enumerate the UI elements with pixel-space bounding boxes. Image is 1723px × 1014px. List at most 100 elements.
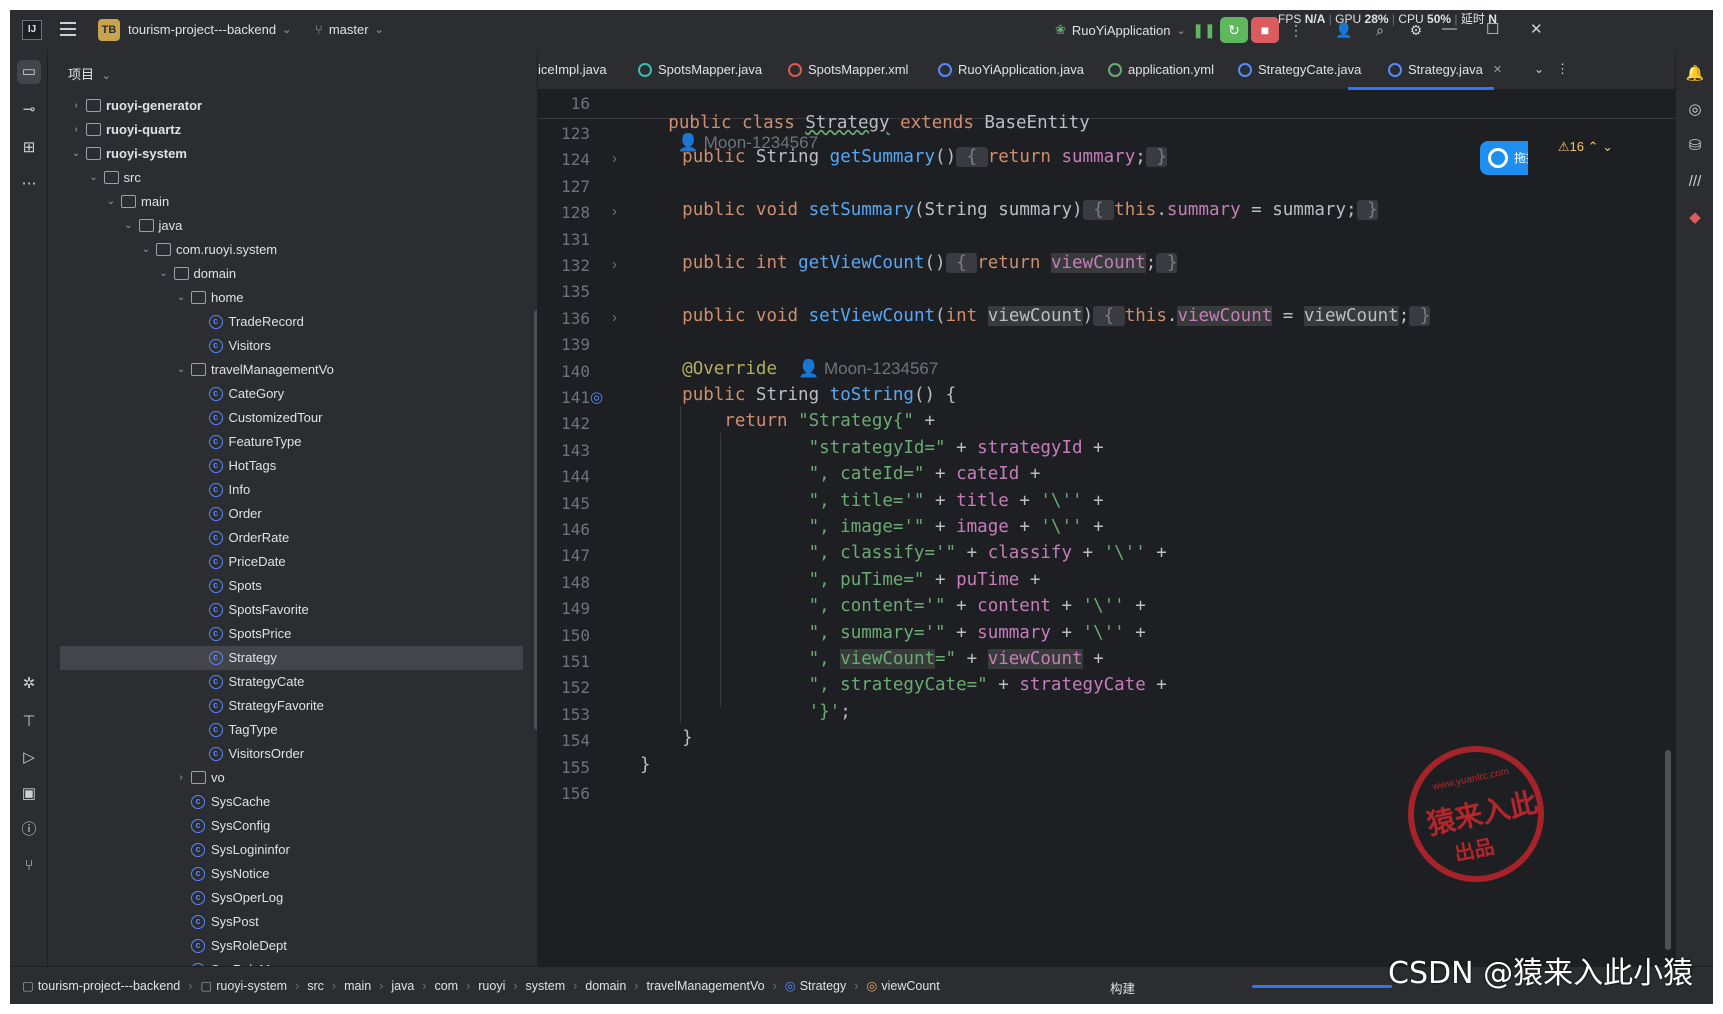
tree-item[interactable]: ⌄ travelManagementVo [48, 358, 537, 382]
tree-item[interactable]: c SysCache [48, 790, 537, 814]
tree-item[interactable]: c HotTags [48, 454, 537, 478]
services-icon[interactable]: ▷ [17, 746, 41, 770]
tree-item[interactable]: c SysLogininfor [48, 838, 537, 862]
tree-item[interactable]: › ruoyi-generator [48, 94, 537, 118]
fold-expand-icon[interactable]: › [612, 256, 617, 273]
tree-item[interactable]: c SpotsFavorite [48, 598, 537, 622]
code-line[interactable]: ", content='" + content + '\'' + [640, 596, 1146, 616]
close-tab-icon[interactable]: ✕ [1493, 63, 1502, 76]
maximize-icon[interactable]: ☐ [1486, 20, 1499, 38]
tree-item[interactable]: › ruoyi-quartz [48, 118, 537, 142]
tree-item[interactable]: c SpotsPrice [48, 622, 537, 646]
code-line[interactable]: return "Strategy{" + [640, 411, 935, 431]
code-line[interactable]: ", summary='" + summary + '\'' + [640, 623, 1146, 643]
code-line[interactable]: ", puTime=" + puTime + [640, 570, 1041, 590]
breadcrumb-item[interactable]: travelManagementVo [646, 979, 764, 993]
tree-item[interactable]: c TagType [48, 718, 537, 742]
tree-item[interactable]: ⌄ src [48, 166, 537, 190]
breadcrumb-item[interactable]: java [391, 979, 414, 993]
breadcrumb-item[interactable]: ▢ ruoyi-system [200, 979, 287, 993]
tabs-dropdown-icon[interactable]: ⌄ [1534, 62, 1544, 76]
structure-icon[interactable]: ⊞ [17, 136, 41, 160]
editor-tab[interactable]: StrategyCate.java [1238, 62, 1361, 77]
close-window-icon[interactable]: ✕ [1530, 20, 1543, 38]
tree-item[interactable]: c SysNotice [48, 862, 537, 886]
editor-tab[interactable]: iceImpl.java [538, 62, 607, 77]
breadcrumb-item[interactable]: domain [585, 979, 626, 993]
chevron-down-icon[interactable]: ⌄ [175, 358, 187, 382]
chevron-down-icon[interactable]: ⌄ [140, 238, 152, 262]
breadcrumb-item[interactable]: com [434, 979, 458, 993]
tree-item[interactable]: c PriceDate [48, 550, 537, 574]
editor-tab[interactable]: SpotsMapper.xml [788, 62, 908, 77]
tree-item[interactable]: c VisitorsOrder [48, 742, 537, 766]
ide-logo-icon[interactable]: IJ [22, 20, 42, 40]
code-line[interactable]: } [640, 755, 651, 775]
editor-tab[interactable]: application.yml [1108, 62, 1214, 77]
code-line[interactable]: @Override 👤 Moon-1234567 [640, 359, 938, 379]
main-menu-icon[interactable] [60, 22, 76, 36]
code-line[interactable]: ", image='" + image + '\'' + [640, 517, 1104, 537]
chevron-down-icon[interactable]: ⌄ [88, 166, 100, 190]
tree-item[interactable]: c SysConfig [48, 814, 537, 838]
breadcrumb-item[interactable]: ruoyi [478, 979, 505, 993]
fold-expand-icon[interactable]: › [612, 309, 617, 326]
tree-item[interactable]: c Order [48, 502, 537, 526]
tree-item[interactable]: ⌄ java [48, 214, 537, 238]
project-panel-header[interactable]: 项目 ⌄ [68, 64, 111, 83]
tree-item[interactable]: c StrategyCate [48, 670, 537, 694]
code-line[interactable]: "strategyId=" + strategyId + [640, 438, 1104, 458]
chevron-right-icon[interactable]: › [70, 94, 82, 118]
breadcrumb-item[interactable]: system [526, 979, 566, 993]
project-selector[interactable]: tourism-project---backend ⌄ [128, 22, 291, 37]
override-gutter-icon[interactable]: ◎ [590, 388, 603, 406]
tree-item[interactable]: c SysRoleDept [48, 934, 537, 958]
chevron-right-icon[interactable]: › [70, 118, 82, 142]
code-line[interactable]: public String getSummary() { return summ… [640, 147, 1167, 168]
tree-item[interactable]: c TradeRecord [48, 310, 537, 334]
run-config-selector[interactable]: ❀ RuoYiApplication ⌄ [1055, 22, 1186, 38]
fold-expand-icon[interactable]: › [612, 203, 617, 220]
rerun-button[interactable]: ↻ [1220, 17, 1248, 43]
plugin-icon[interactable]: ◆ [1683, 206, 1707, 230]
tree-item[interactable]: › vo [48, 766, 537, 790]
tree-item[interactable]: c FeatureType [48, 430, 537, 454]
editor-vertical-scrollbar[interactable] [1665, 750, 1671, 950]
tree-item[interactable]: ⌄ com.ruoyi.system [48, 238, 537, 262]
project-badge[interactable]: TB [98, 19, 120, 41]
tree-item[interactable]: c OrderRate [48, 526, 537, 550]
tree-item[interactable]: c Info [48, 478, 537, 502]
code-line[interactable]: ", title='" + title + '\'' + [640, 491, 1104, 511]
tree-item[interactable]: c Visitors [48, 334, 537, 358]
chevron-down-icon[interactable]: ⌄ [158, 262, 170, 286]
breadcrumb-item[interactable]: src [307, 979, 324, 993]
pause-icon[interactable]: ❚❚ [1190, 17, 1218, 43]
code-line[interactable]: ", viewCount=" + viewCount + [640, 649, 1104, 669]
tree-item[interactable]: ⌄ home [48, 286, 537, 310]
breadcrumb-item[interactable]: ▢ tourism-project---backend [22, 979, 180, 993]
code-line[interactable]: public int getViewCount() { return viewC… [640, 253, 1178, 273]
tree-item[interactable]: c Spots [48, 574, 537, 598]
code-line[interactable]: ", cateId=" + cateId + [640, 464, 1041, 484]
project-folder-icon[interactable]: ▭ [17, 60, 41, 84]
minimize-icon[interactable]: — [1442, 20, 1457, 37]
build-hammer-icon[interactable]: ⊤ [17, 710, 41, 734]
editor-tab[interactable]: SpotsMapper.java [638, 62, 762, 77]
breadcrumb-item[interactable]: ◎ viewCount [866, 979, 939, 993]
tree-item[interactable]: cSysRoleMenu [48, 958, 537, 966]
git-icon[interactable]: ⑂ [17, 854, 41, 878]
tree-item[interactable]: c CustomizedTour [48, 406, 537, 430]
editor-tab[interactable]: RuoYiApplication.java [938, 62, 1084, 77]
code-line[interactable]: public void setSummary(String summary) {… [640, 200, 1378, 221]
commit-icon[interactable]: ⊸ [17, 98, 41, 122]
tree-item[interactable]: ⌄ main [48, 190, 537, 214]
tree-item[interactable]: c SysPost [48, 910, 537, 934]
chevron-down-icon[interactable]: ⌄ [70, 142, 82, 166]
stop-button[interactable]: ■ [1251, 17, 1279, 43]
tree-item[interactable]: ⌄ ruoyi-system [48, 142, 537, 166]
tree-item[interactable]: ⌄ domain [48, 262, 537, 286]
chevron-down-icon[interactable]: ⌄ [175, 286, 187, 310]
problems-icon[interactable]: ⓘ [17, 818, 41, 842]
chevron-right-icon[interactable]: › [175, 766, 187, 790]
breadcrumb-item[interactable]: ◎ Strategy [785, 979, 846, 993]
